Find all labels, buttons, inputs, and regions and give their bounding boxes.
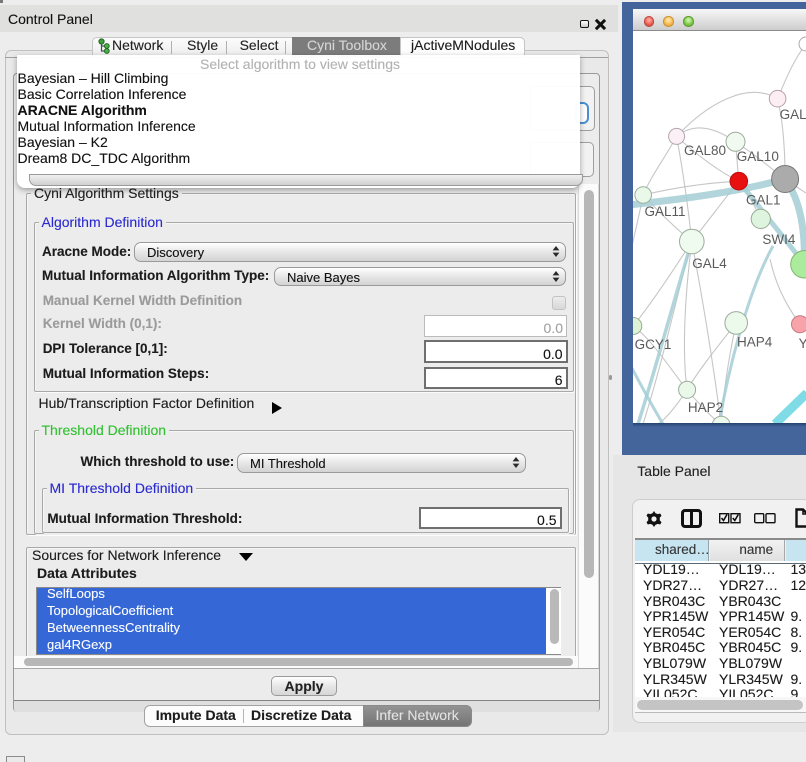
- svg-text:GAL10: GAL10: [737, 149, 779, 164]
- svg-text:SWI4: SWI4: [762, 232, 795, 247]
- svg-text:Y: Y: [799, 335, 806, 350]
- svg-text:HAP2: HAP2: [688, 400, 723, 415]
- svg-text:GAL4: GAL4: [692, 255, 727, 270]
- svg-text:GAL: GAL: [780, 107, 806, 122]
- svg-text:HAP4: HAP4: [737, 334, 773, 349]
- svg-text:GCY1: GCY1: [635, 337, 672, 352]
- svg-text:GAL1: GAL1: [746, 192, 781, 207]
- svg-text:GAL80: GAL80: [684, 143, 726, 158]
- svg-text:GAL11: GAL11: [645, 204, 686, 219]
